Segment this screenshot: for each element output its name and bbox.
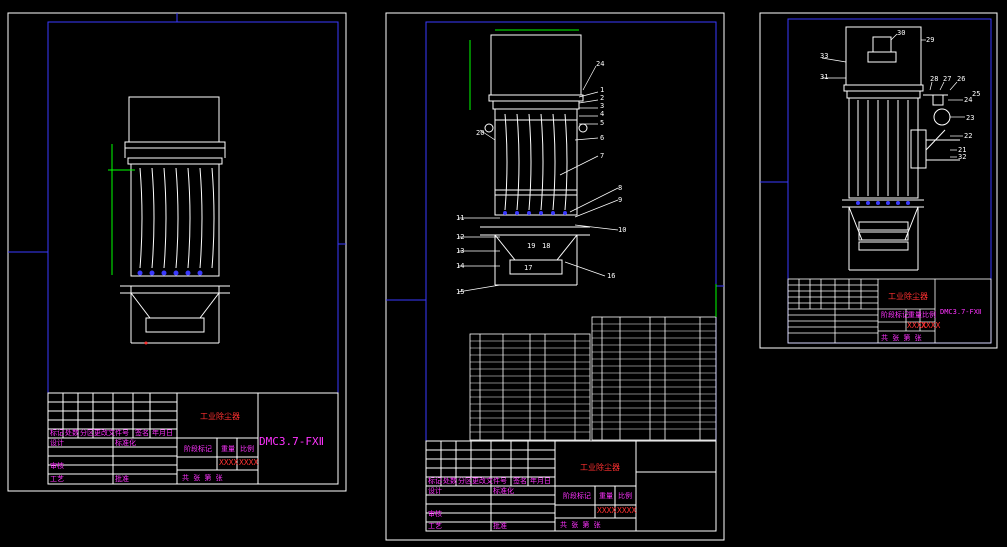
sheet-1-standardize-label: 标准化: [115, 438, 136, 447]
sheet-1-weight-value: XXXX: [219, 458, 238, 467]
part-number-10: 10: [618, 226, 626, 234]
sheet-2-approve-label: 批准: [493, 521, 507, 530]
sheet-3-model: DMC3.7-FXⅡ: [940, 308, 981, 316]
part-number-17: 17: [524, 264, 532, 272]
sheet-3-weight-label: 重量: [908, 311, 922, 319]
sheet-3-stage-mark-label: 阶段标记: [881, 310, 909, 319]
part-number-13: 13: [456, 247, 464, 255]
sheet-2-weight-value: XXXX: [597, 506, 616, 515]
sheet-1-zone-label: 分区: [80, 428, 94, 437]
part-number-15: 15: [456, 288, 464, 296]
part-number-9: 9: [618, 196, 622, 204]
part-number-28: 28: [930, 75, 938, 83]
sheet-1-sheets-label: 共 张 第 张: [182, 473, 223, 482]
sheet-1-scale-value: XXXX: [239, 458, 258, 467]
sheet-2-company: 工业除尘器: [580, 462, 620, 472]
sheet-2-sign-label: 签名: [513, 476, 527, 485]
part-number-18: 18: [542, 242, 550, 250]
part-number-32: 32: [958, 153, 966, 161]
sheet-2-zone-label: 分区: [458, 476, 472, 485]
sheet-2-count-label: 处数: [443, 476, 457, 485]
sheet-2-process-label: 工艺: [428, 522, 442, 530]
sheet-2: 24 1 2 3 4 5 6 7 8 9 10 11 12 13 14 15 1…: [385, 12, 725, 541]
part-number-5: 5: [600, 119, 604, 127]
sheet-1-count-label: 处数: [65, 428, 79, 437]
part-number-11: 11: [456, 214, 464, 222]
sheet-1-mark-label: 标记: [50, 428, 64, 437]
part-number-20: 20: [476, 129, 484, 137]
sheet-3-company: 工业除尘器: [888, 291, 928, 301]
sheet-2-date-label: 年月日: [530, 476, 551, 485]
part-number-8: 8: [618, 184, 622, 192]
sheet-2-standardize-label: 标准化: [493, 486, 514, 495]
part-number-19: 19: [527, 242, 535, 250]
part-number-6: 6: [600, 134, 604, 142]
sheet-1-process-label: 工艺: [50, 475, 64, 483]
sheet-2-scale-label: 比例: [618, 491, 632, 500]
part-number-25: 25: [972, 90, 980, 98]
sheet-1-scale-label: 比例: [240, 444, 254, 453]
part-number-7: 7: [600, 152, 604, 160]
sheet-2-parts-list-left: [469, 333, 591, 441]
part-number-3: 3: [600, 102, 604, 110]
sheet-2-scale-value: XXXX: [617, 506, 636, 515]
sheet-2-mark-label: 标记: [428, 476, 442, 485]
sheet-1-company: 工业除尘器: [200, 411, 240, 421]
sheet-1-weight-label: 重量: [221, 445, 235, 453]
sheet-1-review-label: 审核: [50, 461, 64, 470]
sheet-1-change-doc-label: 更改文件号: [94, 428, 129, 437]
sheet-2-weight-label: 重量: [599, 492, 613, 500]
part-number-4: 4: [600, 110, 604, 118]
part-number-22: 22: [964, 132, 972, 140]
sheet-1-date-label: 年月日: [152, 428, 173, 437]
cad-drawing-canvas: 工业除尘器 DMC3.7-FXⅡ 标记 处数 分区 更改文件号 签名 年月日 设…: [7, 12, 998, 541]
part-number-24-side: 24: [964, 96, 972, 104]
sheet-1-design-label: 设计: [50, 438, 64, 447]
sheet-1-sign-label: 签名: [135, 428, 149, 437]
sheet-2-stage-mark-label: 阶段标记: [563, 491, 591, 500]
sheet-1: 工业除尘器 DMC3.7-FXⅡ 标记 处数 分区 更改文件号 签名 年月日 设…: [7, 12, 347, 492]
sheet-2-parts-list-right: [591, 316, 717, 441]
parts-list-rows: [470, 323, 716, 433]
part-number-24: 24: [596, 60, 604, 68]
sheet-2-title-block: [425, 440, 717, 532]
sheet-3-side-view: [842, 26, 960, 271]
part-number-31: 31: [820, 73, 828, 81]
sheet-2-design-label: 设计: [428, 486, 442, 495]
sheet-3-scale-label: 比例: [922, 310, 936, 319]
sheet-2-change-doc-label: 更改文件号: [472, 476, 507, 485]
part-number-26: 26: [957, 75, 965, 83]
sheet-2-review-label: 审核: [428, 509, 442, 518]
sheet-1-model: DMC3.7-FXⅡ: [259, 435, 324, 448]
part-number-23: 23: [966, 114, 974, 122]
part-number-14: 14: [456, 262, 464, 270]
sheet-1-stage-mark-label: 阶段标记: [184, 444, 212, 453]
sheet-2-sheets-label: 共 张 第 张: [560, 520, 601, 529]
sheet-1-approve-label: 批准: [115, 474, 129, 483]
sheet-1-elevation-view: [120, 96, 230, 344]
part-number-2: 2: [600, 94, 604, 102]
sheet-3-part-numbers: 30 29 33 31 28 27 26 25 24 23 22 21 32: [820, 29, 980, 161]
part-number-1: 1: [600, 86, 604, 94]
part-number-12: 12: [456, 233, 464, 241]
part-number-33: 33: [820, 52, 828, 60]
part-number-29: 29: [926, 36, 934, 44]
sheet-1-frame: [47, 21, 339, 485]
sheet-2-leader-lines: [457, 65, 619, 293]
sheet-3-sheets-label: 共 张 第 张: [881, 333, 922, 342]
part-number-16: 16: [607, 272, 615, 280]
sheet-3-scale-value: XXXX: [921, 321, 940, 330]
part-number-27: 27: [943, 75, 951, 83]
part-number-30: 30: [897, 29, 905, 37]
sheet-3: 30 29 33 31 28 27 26 25 24 23 22 21 32 工…: [759, 12, 998, 349]
